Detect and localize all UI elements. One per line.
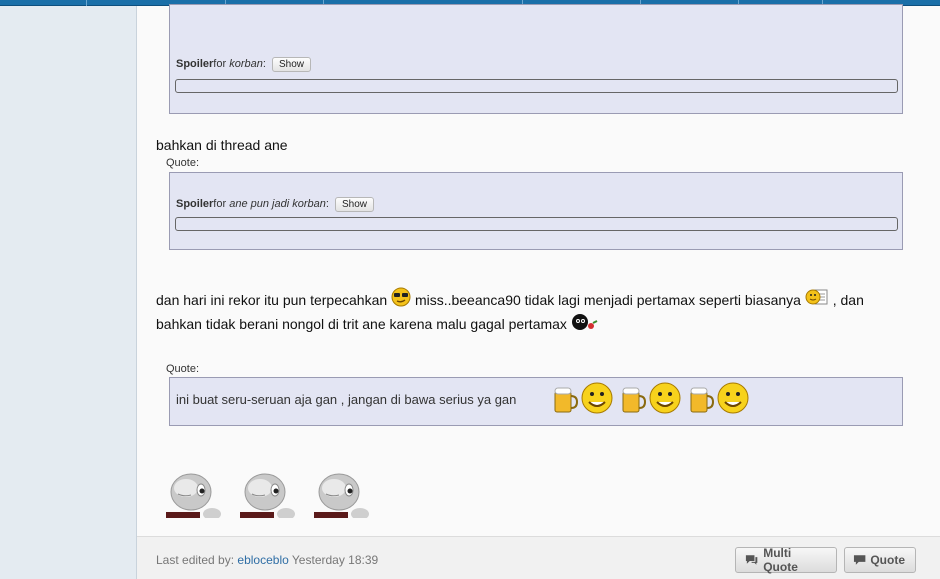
post-text: dan hari ini rekor itu pun terpecahkan m…	[156, 287, 864, 308]
cool-smiley-icon	[391, 287, 411, 307]
spoiler-title: korban	[229, 58, 263, 70]
post-text: bahkan tidak berani nongol di trit ane k…	[156, 314, 599, 332]
beer-smiley-icon	[554, 382, 613, 414]
spoiler-label: Spoiler	[176, 58, 214, 70]
spoiler-label: Spoiler	[176, 198, 214, 210]
spoiler-header: Spoilerfor ane pun jadi korban: Show	[176, 197, 374, 212]
quote-text-segment: ini buat seru-seruan aja gan , jangan di…	[176, 392, 517, 407]
mascot-avatar-icon	[240, 473, 295, 518]
beer-smiley-icon	[690, 382, 749, 414]
spoiler-show-button[interactable]: Show	[334, 197, 374, 212]
speech-bubble-icon	[745, 555, 758, 565]
spoiler-content	[175, 217, 898, 231]
multi-quote-label: Multi Quote	[763, 546, 798, 574]
post-content: Spoilerfor korban: Show bahkan di thread…	[137, 4, 940, 579]
spoiler-header: Spoilerfor korban: Show	[176, 57, 311, 72]
post-text-segment: , dan	[832, 292, 864, 308]
mascot-avatar-icon	[166, 473, 221, 518]
edited-prefix: Last edited by:	[156, 553, 235, 567]
post-footer: Last edited by: ebloceblo Yesterday 18:3…	[137, 536, 940, 579]
edited-user-link[interactable]: ebloceblo	[237, 553, 288, 567]
quote-label: Quote:	[166, 363, 200, 375]
spoiler-for: for	[213, 198, 227, 210]
quote-label: Quote:	[166, 157, 200, 169]
quote-text: ini buat seru-seruan aja gan , jangan di…	[176, 392, 516, 407]
edited-info: Last edited by: ebloceblo Yesterday 18:3…	[156, 553, 378, 567]
quote-button[interactable]: Quote	[844, 547, 916, 573]
multi-quote-button[interactable]: Multi Quote	[735, 546, 837, 574]
post-text-segment: bahkan tidak berani nongol di trit ane k…	[156, 316, 567, 332]
edited-time: Yesterday 18:39	[291, 553, 379, 567]
beer-smiley-icon	[622, 382, 681, 414]
speech-bubble-icon	[853, 555, 866, 565]
quote-label-text: Quote	[870, 553, 905, 567]
spoiler-title: ane pun jadi korban	[229, 198, 326, 210]
writing-smiley-icon	[805, 289, 828, 305]
bomb-icon	[571, 314, 598, 331]
post-author-sidebar	[0, 6, 137, 579]
post-text-segment: dan hari ini rekor itu pun terpecahkan	[156, 292, 388, 308]
spoiler-content	[175, 79, 898, 93]
quote-box: Spoilerfor korban: Show	[169, 4, 903, 114]
spoiler-show-button[interactable]: Show	[271, 57, 311, 72]
spoiler-for: for	[213, 58, 227, 70]
mascot-avatar-icon	[314, 473, 369, 518]
quote-box: ini buat seru-seruan aja gan , jangan di…	[169, 377, 903, 426]
post-text-segment: miss..beeanca90 tidak lagi menjadi perta…	[414, 292, 801, 308]
post-text: bahkan di thread ane	[156, 137, 288, 153]
quote-box: Spoilerfor ane pun jadi korban: Show	[169, 172, 903, 250]
